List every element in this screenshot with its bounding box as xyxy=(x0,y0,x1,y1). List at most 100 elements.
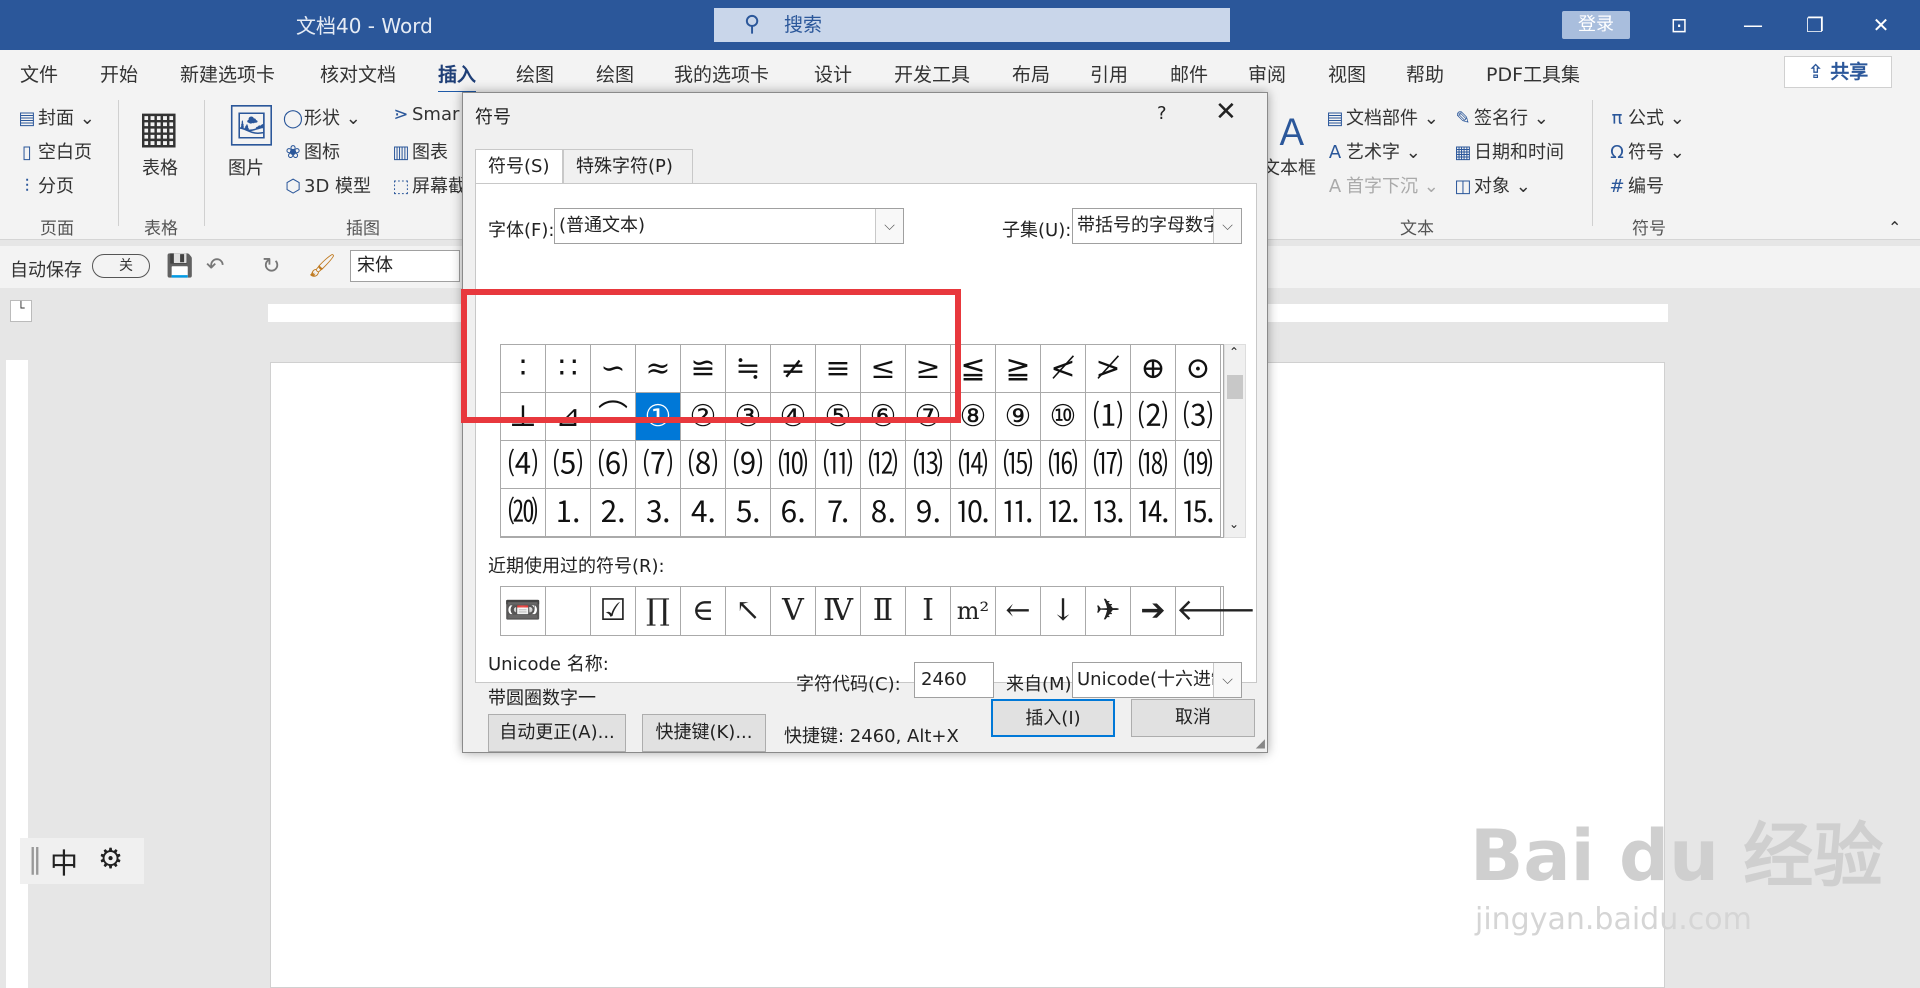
chevron-down-icon[interactable]: ⌵ xyxy=(1213,663,1241,697)
tab-selector-icon[interactable]: └ xyxy=(10,300,32,322)
smartart-button[interactable]: ⋗ Smar xyxy=(390,104,459,125)
symbol-cell[interactable]: ⒖ xyxy=(1176,489,1221,537)
scroll-down-icon[interactable]: ⌄ xyxy=(1229,517,1239,531)
symbol-cell[interactable]: ≯ xyxy=(1086,345,1131,393)
symbol-cell[interactable]: ⒌ xyxy=(726,489,771,537)
tab-symbols[interactable]: 符号(S) xyxy=(475,149,563,184)
symbol-cell[interactable]: ⑴ xyxy=(1086,393,1131,441)
symbol-cell[interactable]: ⑻ xyxy=(681,441,726,489)
recent-symbol-cell[interactable]: ✈ xyxy=(1086,587,1131,635)
object-button[interactable]: ◫ 对象 ⌄ xyxy=(1452,172,1530,198)
tab-view[interactable]: 视图 xyxy=(1328,60,1366,87)
font-select[interactable]: (普通文本) ⌵ xyxy=(554,208,904,244)
symbol-cell[interactable]: ⑽ xyxy=(771,441,816,489)
signature-line-button[interactable]: ✎ 签名行 ⌄ xyxy=(1452,104,1548,130)
recent-symbol-cell[interactable]: ∈ xyxy=(681,587,726,635)
ime-settings-icon[interactable]: ⚙ xyxy=(98,842,123,875)
share-button[interactable]: ⇪ 共享 xyxy=(1784,56,1892,88)
tab-mailings[interactable]: 邮件 xyxy=(1170,60,1208,87)
recent-symbol-cell[interactable]: 🡐 xyxy=(1176,587,1256,635)
screenshot-button[interactable]: ⬚ 屏幕截 xyxy=(390,172,466,198)
tab-file[interactable]: 文件 xyxy=(20,60,58,87)
symbol-cell[interactable]: ⑿ xyxy=(861,441,906,489)
recent-symbol-cell[interactable]: m² xyxy=(951,587,996,635)
ribbon-display-icon[interactable]: ⊡ xyxy=(1664,10,1694,40)
save-icon[interactable]: 💾 xyxy=(166,254,193,279)
tab-special-characters[interactable]: 特殊字符(P) xyxy=(563,149,693,183)
tab-new[interactable]: 新建选项卡 xyxy=(180,60,275,87)
symbol-cell[interactable]: ⒋ xyxy=(681,489,726,537)
insert-button[interactable]: 插入(I) xyxy=(991,699,1115,737)
symbol-cell[interactable]: ⒐ xyxy=(906,489,951,537)
symbol-cell[interactable]: ⑾ xyxy=(816,441,861,489)
symbol-cell[interactable]: ⒀ xyxy=(906,441,951,489)
symbol-cell[interactable]: ⒏ xyxy=(861,489,906,537)
symbol-cell[interactable]: ⑶ xyxy=(1176,393,1221,441)
page-break-button[interactable]: ⫶ 分页 xyxy=(16,172,74,198)
shortcut-key-button[interactable]: 快捷键(K)... xyxy=(642,714,766,752)
char-code-input[interactable]: 2460 xyxy=(914,662,994,698)
chart-button[interactable]: ▥ 图表 xyxy=(390,138,448,164)
symbol-cell[interactable]: ≮ xyxy=(1041,345,1086,393)
tab-draw[interactable]: 绘图 xyxy=(516,60,554,87)
symbol-button[interactable]: Ω 符号 ⌄ xyxy=(1606,138,1685,164)
equation-button[interactable]: π 公式 ⌄ xyxy=(1606,104,1685,130)
symbol-cell[interactable]: ⒍ xyxy=(771,489,816,537)
table-icon[interactable]: ▦ xyxy=(138,102,180,153)
dialog-close-icon[interactable]: ✕ xyxy=(1215,97,1237,127)
table-button-label[interactable]: 表格 xyxy=(142,154,178,180)
symbol-cell[interactable]: ⒆ xyxy=(1176,441,1221,489)
format-painter-icon[interactable]: 🖌 xyxy=(308,254,336,279)
maximize-icon[interactable]: ❐ xyxy=(1800,10,1830,40)
symbol-cell[interactable]: ⒈ xyxy=(546,489,591,537)
symbol-cell[interactable]: ⊕ xyxy=(1131,345,1176,393)
help-icon[interactable]: ? xyxy=(1157,103,1167,124)
subset-select[interactable]: 带括号的字母数字 ⌵ xyxy=(1072,208,1242,244)
recent-symbol-cell[interactable]: ∏ xyxy=(636,587,681,635)
symbol-cell[interactable]: ⊙ xyxy=(1176,345,1221,393)
ime-language[interactable]: 中 xyxy=(50,842,78,882)
symbol-cell[interactable]: ⒎ xyxy=(816,489,861,537)
recent-symbol-cell[interactable] xyxy=(546,587,591,635)
symbol-cell[interactable]: ⒑ xyxy=(951,489,996,537)
symbol-cell[interactable]: ≧ xyxy=(996,345,1041,393)
symbol-cell[interactable]: ⑨ xyxy=(996,393,1041,441)
recent-symbol-cell[interactable]: ↓ xyxy=(1041,587,1086,635)
symbol-cell[interactable]: ⒕ xyxy=(1131,489,1176,537)
tab-review[interactable]: 审阅 xyxy=(1248,60,1286,87)
tab-design[interactable]: 设计 xyxy=(814,60,852,87)
ime-handle-icon[interactable]: ‖ xyxy=(28,842,42,875)
recent-symbol-cell[interactable]: ← xyxy=(996,587,1041,635)
textbox-label[interactable]: 文本框 xyxy=(1262,154,1316,180)
symbol-cell[interactable]: ⒔ xyxy=(1086,489,1131,537)
tab-help[interactable]: 帮助 xyxy=(1406,60,1444,87)
tab-draw-2[interactable]: 绘图 xyxy=(596,60,634,87)
collapse-ribbon-icon[interactable]: ⌃ xyxy=(1888,218,1901,237)
symbol-cell[interactable]: ⑼ xyxy=(726,441,771,489)
scroll-up-icon[interactable]: ⌃ xyxy=(1229,345,1239,359)
tab-my-tab[interactable]: 我的选项卡 xyxy=(674,60,769,87)
symbol-cell[interactable]: ⑹ xyxy=(591,441,636,489)
recent-symbol-cell[interactable]: ☑ xyxy=(591,587,636,635)
symbol-cell[interactable]: ⑩ xyxy=(1041,393,1086,441)
scroll-thumb[interactable] xyxy=(1227,375,1243,399)
symbol-cell[interactable]: ⒃ xyxy=(1041,441,1086,489)
minimize-icon[interactable]: — xyxy=(1738,10,1768,40)
picture-button-label[interactable]: 图片 xyxy=(228,154,264,180)
symbol-cell[interactable]: ⒂ xyxy=(996,441,1041,489)
undo-icon[interactable]: ↶ xyxy=(206,254,224,279)
tab-references[interactable]: 引用 xyxy=(1090,60,1128,87)
chevron-down-icon[interactable]: ⌵ xyxy=(1213,209,1241,243)
tab-developer[interactable]: 开发工具 xyxy=(894,60,970,87)
login-button[interactable]: 登录 xyxy=(1562,11,1630,39)
symbol-grid-scrollbar[interactable]: ⌃ ⌄ xyxy=(1224,344,1246,538)
shapes-button[interactable]: ◯形状 ⌄ xyxy=(282,104,361,130)
autosave-toggle[interactable]: 关 xyxy=(92,254,150,278)
textbox-icon[interactable]: Ａ xyxy=(1274,104,1310,156)
3d-model-button[interactable]: ⬡ 3D 模型 xyxy=(282,172,371,198)
tab-insert[interactable]: 插入 xyxy=(438,60,477,94)
cover-page-button[interactable]: ▤ 封面 ⌄ xyxy=(16,104,94,130)
datetime-button[interactable]: ▦ 日期和时间 xyxy=(1452,138,1564,164)
from-select[interactable]: Unicode(十六进制) ⌵ xyxy=(1072,662,1242,698)
search-box[interactable]: ⚲ 搜索 xyxy=(714,8,1230,42)
